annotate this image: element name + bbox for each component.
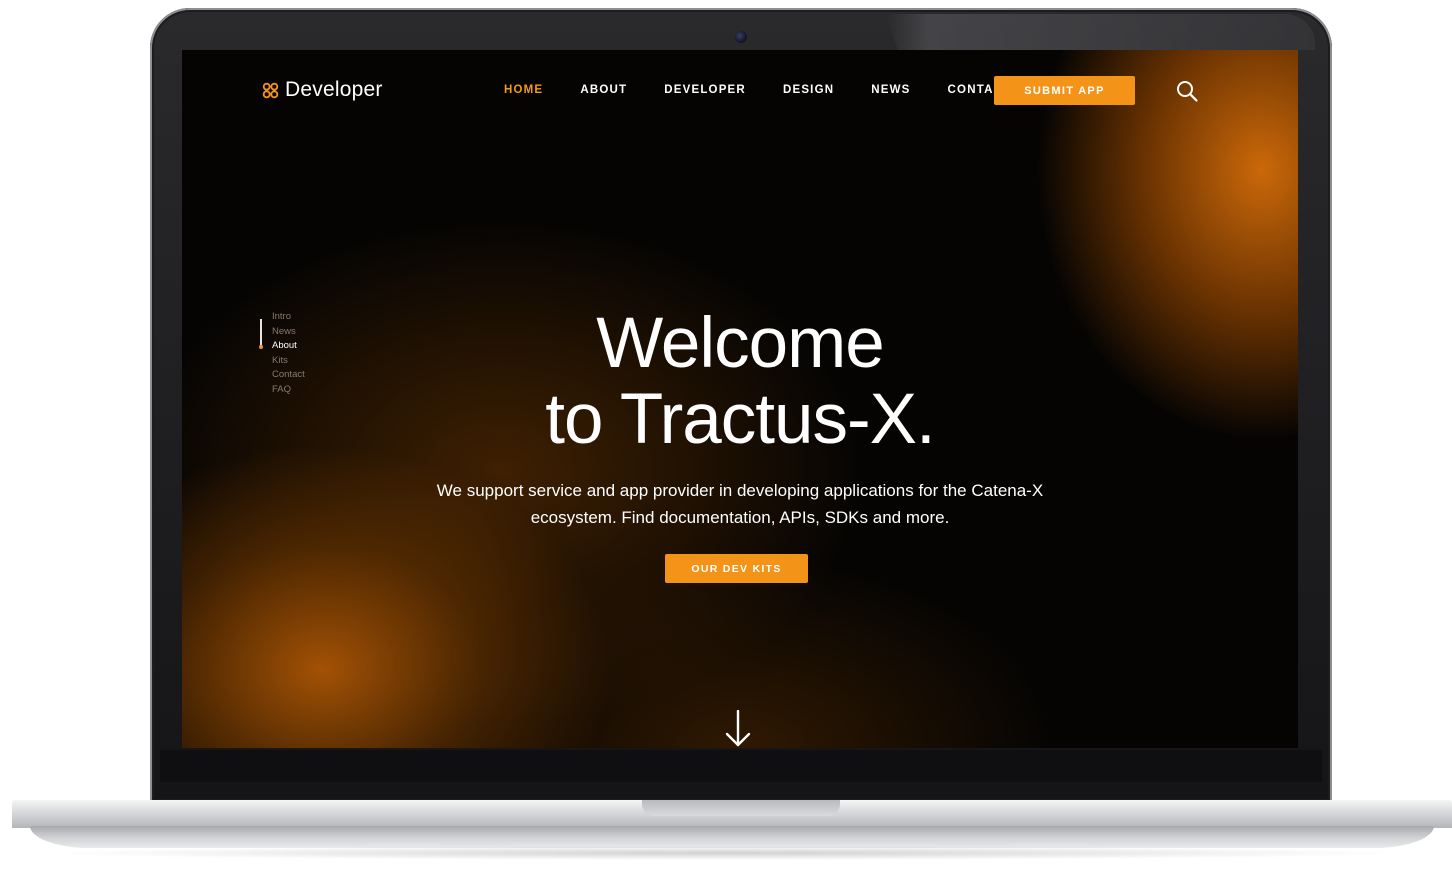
laptop-shadow [40,846,1412,860]
brand-logo-link[interactable]: Developer [262,78,383,102]
nav-about[interactable]: ABOUT [580,84,627,96]
hero-title-line-1: Welcome [596,304,885,383]
submit-app-button[interactable]: SUBMIT APP [994,76,1135,105]
laptop-mockup: Developer HOME ABOUT DEVELOPER DESIGN NE… [0,0,1452,869]
our-dev-kits-button[interactable]: OUR DEV KITS [665,554,808,583]
arrow-down-icon[interactable] [725,710,751,748]
laptop-opening-notch [642,800,840,816]
website-screen: Developer HOME ABOUT DEVELOPER DESIGN NE… [182,50,1298,748]
hero-title: Welcome to Tractus-X. [182,306,1298,458]
nav-home[interactable]: HOME [504,84,543,96]
brand-name: Developer [285,78,383,101]
nav-news[interactable]: NEWS [871,84,910,96]
webcam [735,31,747,43]
lid-reflection [885,14,1315,50]
hero-subtitle: We support service and app provider in d… [436,481,1044,527]
hero-title-line-2: to Tractus-X. [545,380,935,459]
laptop-base-bottom [30,826,1434,848]
main-nav: HOME ABOUT DEVELOPER DESIGN NEWS CONTACT [504,84,1048,96]
search-icon[interactable] [1175,79,1199,103]
nav-developer[interactable]: DEVELOPER [664,84,746,96]
catena-x-logo-icon [262,82,279,98]
nav-design[interactable]: DESIGN [783,84,834,96]
laptop-chin [160,750,1322,782]
